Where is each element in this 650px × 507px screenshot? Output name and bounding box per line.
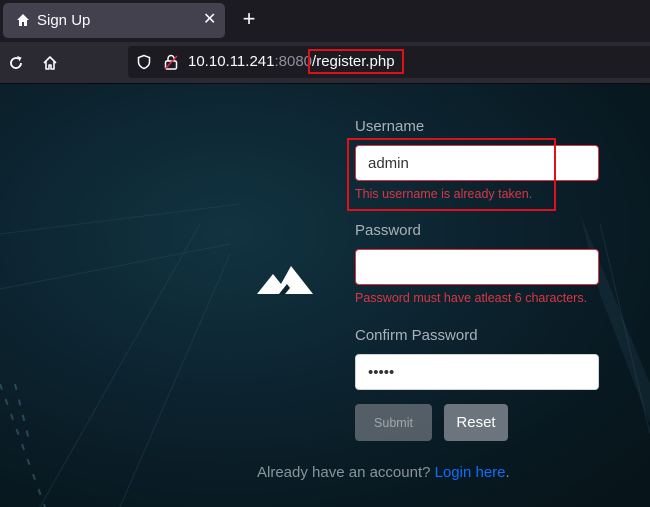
submit-button[interactable]: Submit <box>355 404 432 441</box>
login-prompt-period: . <box>505 464 510 481</box>
tab-close-icon[interactable]: ✕ <box>203 11 216 29</box>
nav-bar: 10.10.11.241:8080/register.php <box>0 42 650 84</box>
mountain-logo <box>257 266 313 294</box>
shield-icon[interactable] <box>136 54 152 70</box>
confirm-password-label: Confirm Password <box>355 327 478 344</box>
confirm-password-input[interactable] <box>355 354 599 390</box>
tab-title: Sign Up <box>37 12 91 29</box>
url-host: 10.10.11.241 <box>188 53 275 70</box>
lock-icon[interactable] <box>164 54 178 70</box>
login-prompt-text: Already have an account? <box>257 464 431 481</box>
url-path-highlight-box <box>308 49 404 74</box>
page-content: Username This username is already taken.… <box>0 84 650 507</box>
tab-bar: Sign Up ✕ + <box>0 0 650 42</box>
url-port: :8080 <box>274 53 313 70</box>
login-prompt: Already have an account? Login here. <box>257 464 510 481</box>
home-icon <box>17 14 29 26</box>
new-tab-button[interactable]: + <box>239 7 259 31</box>
password-error-text: Password must have atleast 6 characters. <box>355 291 588 305</box>
username-input[interactable] <box>355 145 599 181</box>
reset-button[interactable]: Reset <box>444 404 508 441</box>
password-input[interactable] <box>355 249 599 285</box>
home-icon[interactable] <box>41 54 59 72</box>
password-label: Password <box>355 222 421 239</box>
username-label: Username <box>355 118 425 135</box>
username-error-text: This username is already taken. <box>355 187 533 201</box>
address-bar[interactable]: 10.10.11.241:8080/register.php <box>128 46 650 78</box>
reload-icon[interactable] <box>7 54 25 72</box>
tab-sign-up[interactable]: Sign Up ✕ <box>3 3 225 38</box>
login-link[interactable]: Login here <box>435 464 506 481</box>
